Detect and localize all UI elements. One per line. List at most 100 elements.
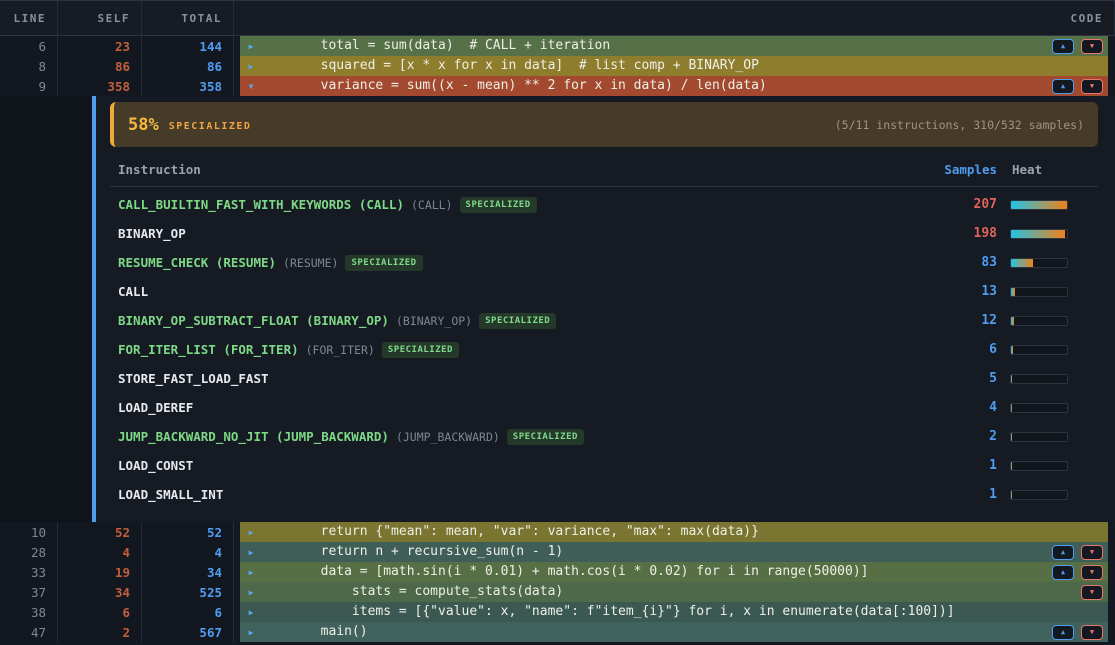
- heat-bar: [1010, 345, 1068, 355]
- instruction-sample-count: 2: [927, 429, 997, 444]
- total-samples: 358: [142, 76, 234, 96]
- jump-up-button[interactable]: ▲: [1052, 565, 1074, 580]
- instruction-name-group: BINARY_OP: [118, 226, 927, 241]
- code-table-row: 47 2 567 ▶ main() ▲ ▼: [0, 622, 1115, 642]
- expand-arrow-icon[interactable]: ▶: [244, 588, 258, 597]
- jump-up-button[interactable]: ▲: [1052, 625, 1074, 640]
- source-code-text: total = sum(data) # CALL + iteration: [258, 36, 1052, 56]
- instruction-row: RESUME_CHECK (RESUME) (RESUME) SPECIALIZ…: [110, 248, 1098, 277]
- expand-arrow-icon[interactable]: ▶: [244, 548, 258, 557]
- jump-down-button[interactable]: ▼: [1081, 79, 1103, 94]
- specialized-badge: SPECIALIZED: [382, 342, 459, 358]
- specialization-banner: 58% SPECIALIZED (5/11 instructions, 310/…: [110, 102, 1098, 147]
- line-number: 38: [0, 602, 58, 622]
- source-code-text: return {"mean": mean, "var": variance, "…: [258, 522, 1108, 542]
- self-samples: 358: [58, 76, 142, 96]
- instruction-row: CALL 13: [110, 277, 1098, 306]
- header-samples[interactable]: Samples: [927, 162, 997, 177]
- code-line[interactable]: ▶ return {"mean": mean, "var": variance,…: [240, 522, 1108, 542]
- jump-buttons: ▼: [1081, 585, 1103, 600]
- source-code-text: main(): [258, 622, 1052, 642]
- heat-bar-fill: [1011, 288, 1015, 296]
- instruction-row: CALL_BUILTIN_FAST_WITH_KEYWORDS (CALL) (…: [110, 190, 1098, 219]
- total-samples: 144: [142, 36, 234, 56]
- heat-bar-fill: [1011, 375, 1012, 383]
- total-samples: 52: [142, 522, 234, 542]
- jump-down-button[interactable]: ▼: [1081, 545, 1103, 560]
- code-table-header: LINE SELF TOTAL CODE: [0, 0, 1115, 36]
- line-number: 37: [0, 582, 58, 602]
- heat-bar: [1010, 403, 1068, 413]
- instruction-row: LOAD_SMALL_INT 1: [110, 480, 1098, 509]
- expand-arrow-icon[interactable]: ▶: [244, 62, 258, 71]
- expand-arrow-icon[interactable]: ▼: [244, 82, 258, 91]
- jump-down-button[interactable]: ▼: [1081, 565, 1103, 580]
- expand-arrow-icon[interactable]: ▶: [244, 628, 258, 637]
- expand-arrow-icon[interactable]: ▶: [244, 528, 258, 537]
- column-header-total[interactable]: TOTAL: [142, 1, 234, 35]
- expanded-instruction-panel: 58% SPECIALIZED (5/11 instructions, 310/…: [0, 96, 1115, 522]
- instruction-base-opcode: (BINARY_OP): [396, 314, 472, 328]
- code-line[interactable]: ▶ main() ▲ ▼: [240, 622, 1108, 642]
- code-line[interactable]: ▶ items = [{"value": x, "name": f"item_{…: [240, 602, 1108, 622]
- jump-up-button[interactable]: ▲: [1052, 79, 1074, 94]
- instruction-row: JUMP_BACKWARD_NO_JIT (JUMP_BACKWARD) (JU…: [110, 422, 1098, 451]
- instruction-sample-count: 13: [927, 284, 997, 299]
- total-samples: 525: [142, 582, 234, 602]
- self-samples: 52: [58, 522, 142, 542]
- jump-up-button[interactable]: ▲: [1052, 545, 1074, 560]
- specialized-badge: SPECIALIZED: [479, 313, 556, 329]
- code-line[interactable]: ▶ stats = compute_stats(data) ▼: [240, 582, 1108, 602]
- jump-down-button[interactable]: ▼: [1081, 39, 1103, 54]
- instruction-name-group: CALL_BUILTIN_FAST_WITH_KEYWORDS (CALL) (…: [118, 197, 927, 213]
- instruction-name-group: LOAD_DEREF: [118, 400, 927, 415]
- total-samples: 4: [142, 542, 234, 562]
- heat-bar-fill: [1011, 230, 1065, 238]
- source-code-text: return n + recursive_sum(n - 1): [258, 542, 1052, 562]
- specialized-badge: SPECIALIZED: [507, 429, 584, 445]
- column-header-self[interactable]: SELF: [58, 1, 142, 35]
- expand-arrow-icon[interactable]: ▶: [244, 608, 258, 617]
- line-number: 6: [0, 36, 58, 56]
- instruction-name: LOAD_CONST: [118, 458, 193, 473]
- self-samples: 34: [58, 582, 142, 602]
- line-number: 8: [0, 56, 58, 76]
- heat-bar-fill: [1011, 259, 1033, 267]
- panel-body: 58% SPECIALIZED (5/11 instructions, 310/…: [96, 96, 1115, 522]
- instruction-sample-count: 198: [927, 226, 997, 241]
- heat-bar: [1010, 229, 1068, 239]
- code-line[interactable]: ▶ return n + recursive_sum(n - 1) ▲ ▼: [240, 542, 1108, 562]
- heat-bar-fill: [1011, 433, 1012, 441]
- heat-bar: [1010, 461, 1068, 471]
- source-code-text: data = [math.sin(i * 0.01) + math.cos(i …: [258, 562, 1052, 582]
- jump-up-button[interactable]: ▲: [1052, 39, 1074, 54]
- heat-bar: [1010, 316, 1068, 326]
- jump-down-button[interactable]: ▼: [1081, 585, 1103, 600]
- line-number: 33: [0, 562, 58, 582]
- code-table-row: 37 34 525 ▶ stats = compute_stats(data) …: [0, 582, 1115, 602]
- instruction-rows: CALL_BUILTIN_FAST_WITH_KEYWORDS (CALL) (…: [110, 190, 1098, 509]
- code-table-row: 9 358 358 ▼ variance = sum((x - mean) **…: [0, 76, 1115, 96]
- instruction-sample-count: 1: [927, 487, 997, 502]
- column-header-line[interactable]: LINE: [0, 1, 58, 35]
- instruction-name-group: RESUME_CHECK (RESUME) (RESUME) SPECIALIZ…: [118, 255, 927, 271]
- jump-down-button[interactable]: ▼: [1081, 625, 1103, 640]
- instruction-base-opcode: (JUMP_BACKWARD): [396, 430, 500, 444]
- jump-buttons: ▲ ▼: [1052, 39, 1103, 54]
- heat-bar: [1010, 432, 1068, 442]
- code-line[interactable]: ▼ variance = sum((x - mean) ** 2 for x i…: [240, 76, 1108, 96]
- expand-arrow-icon[interactable]: ▶: [244, 42, 258, 51]
- code-line[interactable]: ▶ total = sum(data) # CALL + iteration ▲…: [240, 36, 1108, 56]
- line-number: 10: [0, 522, 58, 542]
- heat-bar-fill: [1011, 491, 1012, 499]
- instruction-row: BINARY_OP_SUBTRACT_FLOAT (BINARY_OP) (BI…: [110, 306, 1098, 335]
- line-number: 47: [0, 622, 58, 642]
- code-line[interactable]: ▶ squared = [x * x for x in data] # list…: [240, 56, 1108, 76]
- heat-bar: [1010, 258, 1068, 268]
- code-line[interactable]: ▶ data = [math.sin(i * 0.01) + math.cos(…: [240, 562, 1108, 582]
- instruction-row: FOR_ITER_LIST (FOR_ITER) (FOR_ITER) SPEC…: [110, 335, 1098, 364]
- expand-arrow-icon[interactable]: ▶: [244, 568, 258, 577]
- specialized-label: SPECIALIZED: [169, 118, 252, 132]
- instruction-sample-count: 5: [927, 371, 997, 386]
- instruction-name: FOR_ITER_LIST (FOR_ITER): [118, 342, 299, 357]
